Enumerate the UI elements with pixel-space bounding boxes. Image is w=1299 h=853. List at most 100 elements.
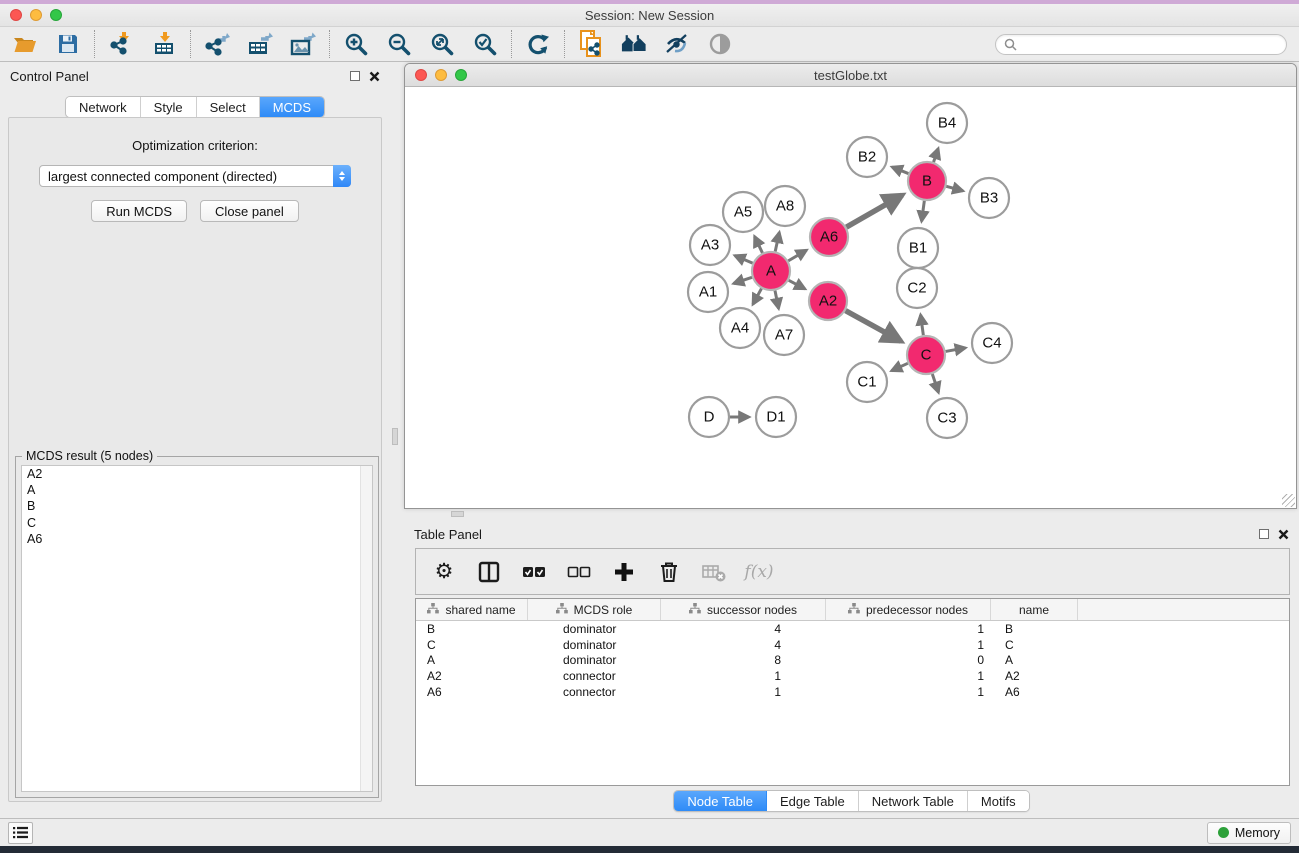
graph-edge-B-B3[interactable] <box>946 186 963 191</box>
graph-node-D1[interactable]: D1 <box>756 397 796 437</box>
open-session-icon[interactable] <box>12 31 38 57</box>
export-network-icon[interactable] <box>204 31 230 57</box>
graph-edge-A-A2[interactable] <box>789 280 805 289</box>
graph-node-A5[interactable]: A5 <box>723 192 763 232</box>
graph-edge-A-A8[interactable] <box>775 232 779 251</box>
graph-node-A2[interactable]: A2 <box>809 282 847 320</box>
graph-node-B4[interactable]: B4 <box>927 103 967 143</box>
graph-node-C2[interactable]: C2 <box>897 268 937 308</box>
mcds-result-item[interactable]: B <box>22 498 372 514</box>
mcds-result-item[interactable]: A2 <box>22 466 372 482</box>
graph-node-A3[interactable]: A3 <box>690 225 730 265</box>
graph-node-B1[interactable]: B1 <box>898 228 938 268</box>
close-panel-button[interactable]: Close panel <box>200 200 299 222</box>
close-panel-icon[interactable] <box>369 71 380 82</box>
refresh-icon[interactable] <box>525 31 551 57</box>
close-table-panel-icon[interactable] <box>1278 529 1289 540</box>
column-header-successor-nodes[interactable]: successor nodes <box>661 599 826 620</box>
graph-node-B[interactable]: B <box>908 162 946 200</box>
graph-node-B3[interactable]: B3 <box>969 178 1009 218</box>
graph-node-C[interactable]: C <box>907 336 945 374</box>
run-mcds-button[interactable]: Run MCDS <box>91 200 187 222</box>
graph-node-C4[interactable]: C4 <box>972 323 1012 363</box>
tab-network[interactable]: Network <box>66 97 141 117</box>
graph-node-C3[interactable]: C3 <box>927 398 967 438</box>
table-row[interactable]: Cdominator41C <box>416 637 1289 653</box>
mcds-result-list[interactable]: A2ABCA6 <box>21 465 373 792</box>
table-row[interactable]: A6connector11A6 <box>416 684 1289 700</box>
graph-node-A[interactable]: A <box>752 252 790 290</box>
window-resize-grip[interactable] <box>1282 494 1295 507</box>
graph-edge-A-A4[interactable] <box>753 289 762 305</box>
function-builder-icon[interactable]: f(x) <box>747 560 771 584</box>
mcds-result-item[interactable]: C <box>22 515 372 531</box>
graph-edge-C-C4[interactable] <box>946 348 966 352</box>
memory-button[interactable]: Memory <box>1207 822 1291 844</box>
delete-rows-icon[interactable] <box>657 560 681 584</box>
table-row[interactable]: A2connector11A2 <box>416 668 1289 684</box>
table-row[interactable]: Bdominator41B <box>416 621 1289 637</box>
select-all-icon[interactable] <box>522 560 546 584</box>
network-canvas[interactable]: A A1 A2 A3 A4 A5 A6 A7 A8 B B1 B2 B3B4 C C1 C2 C3C4 D D1 <box>405 87 1296 508</box>
mcds-list-scrollbar[interactable] <box>360 466 372 791</box>
zoom-fit-icon[interactable] <box>429 31 455 57</box>
tab-edge-table[interactable]: Edge Table <box>767 791 859 811</box>
graph-node-B2[interactable]: B2 <box>847 137 887 177</box>
graph-node-D[interactable]: D <box>689 397 729 437</box>
home-icon[interactable] <box>621 31 647 57</box>
export-table-icon[interactable] <box>247 31 273 57</box>
column-header-name[interactable]: name <box>991 599 1078 620</box>
column-header-mcds-role[interactable]: MCDS role <box>528 599 661 620</box>
import-network-icon[interactable] <box>108 31 134 57</box>
float-table-panel-icon[interactable] <box>1259 529 1269 539</box>
graph-edge-C-C2[interactable] <box>921 315 924 335</box>
tab-style[interactable]: Style <box>141 97 197 117</box>
graph-edge-A-A6[interactable] <box>788 250 806 261</box>
graph-edge-A2-C[interactable] <box>846 311 902 342</box>
tab-select[interactable]: Select <box>197 97 260 117</box>
show-graphics-details-icon[interactable] <box>664 31 690 57</box>
show-columns-icon[interactable] <box>477 560 501 584</box>
graph-edge-A6-B[interactable] <box>846 195 902 227</box>
graph-edge-A-A3[interactable] <box>735 256 753 264</box>
graph-node-A4[interactable]: A4 <box>720 308 760 348</box>
table-row[interactable]: Adominator80A <box>416 653 1289 669</box>
graph-edge-A-A7[interactable] <box>775 291 779 309</box>
deselect-all-icon[interactable] <box>567 560 591 584</box>
mcds-result-item[interactable]: A <box>22 482 372 498</box>
delete-table-icon[interactable] <box>702 560 726 584</box>
graph-edge-B-B2[interactable] <box>892 167 908 174</box>
graph-node-A6[interactable]: A6 <box>810 218 848 256</box>
mcds-result-item[interactable]: A6 <box>22 531 372 547</box>
tab-motifs[interactable]: Motifs <box>968 791 1029 811</box>
zoom-out-icon[interactable] <box>386 31 412 57</box>
graph-edge-B-B4[interactable] <box>934 149 939 163</box>
float-panel-icon[interactable] <box>350 71 360 81</box>
horizontal-split-handle[interactable] <box>451 511 464 517</box>
zoom-in-icon[interactable] <box>343 31 369 57</box>
graph-edge-A-A5[interactable] <box>755 236 763 253</box>
task-history-button[interactable] <box>8 822 33 844</box>
graph-edge-A-A1[interactable] <box>734 277 752 283</box>
network-window-titlebar[interactable]: testGlobe.txt <box>405 64 1296 87</box>
network-from-file-icon[interactable] <box>578 31 604 57</box>
import-table-icon[interactable] <box>151 31 177 57</box>
graph-edge-C-C3[interactable] <box>932 374 938 392</box>
hide-graphics-details-icon[interactable] <box>707 31 733 57</box>
add-row-icon[interactable] <box>612 560 636 584</box>
column-header-shared-name[interactable]: shared name <box>416 599 528 620</box>
zoom-selected-icon[interactable] <box>472 31 498 57</box>
graph-node-A7[interactable]: A7 <box>764 315 804 355</box>
graph-node-A8[interactable]: A8 <box>765 186 805 226</box>
search-input[interactable] <box>1022 37 1278 52</box>
graph-edge-C-C1[interactable] <box>892 363 908 370</box>
graph-node-C1[interactable]: C1 <box>847 362 887 402</box>
tab-mcds[interactable]: MCDS <box>260 97 324 117</box>
tab-network-table[interactable]: Network Table <box>859 791 968 811</box>
column-header-predecessor-nodes[interactable]: predecessor nodes <box>826 599 991 620</box>
graph-edge-B-B1[interactable] <box>922 201 925 221</box>
graph-node-A1[interactable]: A1 <box>688 272 728 312</box>
tab-node-table[interactable]: Node Table <box>674 791 767 811</box>
vertical-split-handle[interactable] <box>392 428 398 445</box>
criterion-select[interactable]: largest connected component (directed) <box>39 165 351 187</box>
